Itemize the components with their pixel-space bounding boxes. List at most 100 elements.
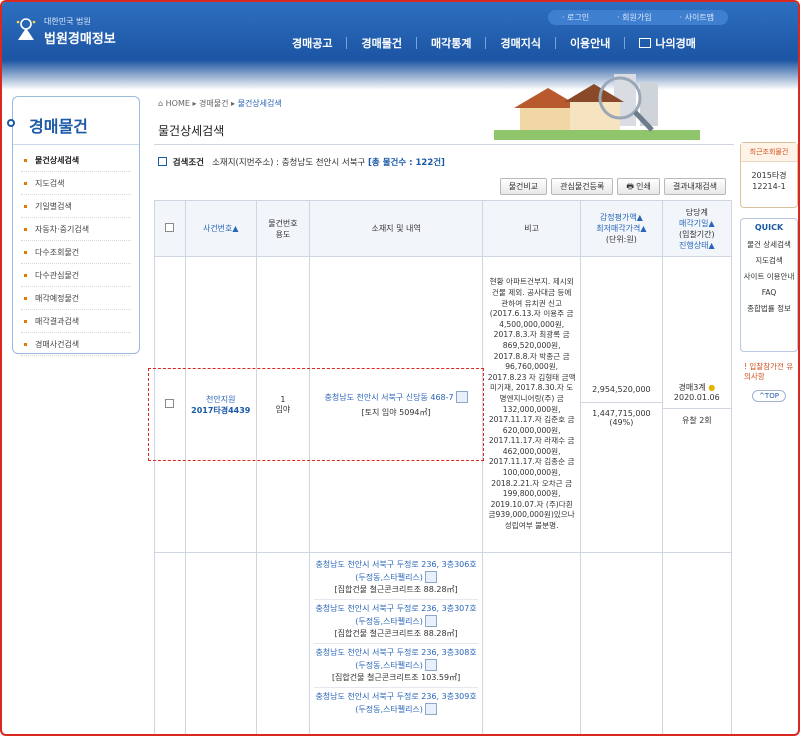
search-within-button[interactable]: 결과내재검색: [663, 178, 726, 195]
add-favorite-button[interactable]: 관심물건등록: [551, 178, 614, 195]
court-emblem-icon: [16, 18, 36, 40]
quick-item-map-search[interactable]: 지도검색: [741, 256, 797, 265]
logo-sub: 대한민국 법원: [44, 17, 91, 26]
price-header[interactable]: 감정평가액▲ 최저매각가격▲ (단위:원): [580, 200, 663, 257]
quick-title: QUICK: [754, 223, 784, 232]
nav-my-label: 나의경매: [655, 37, 696, 50]
address-link[interactable]: 충청남도 천안시 서북구 두정로 236, 3층306호 (두정동,스타펠리스): [315, 560, 476, 582]
nav-items[interactable]: 경매물건: [361, 35, 401, 51]
nav-stats[interactable]: 매각통계: [431, 35, 471, 51]
utility-links: 로그인 회원가입 사이트맵: [548, 10, 728, 25]
notice-link[interactable]: ! 입찰참가전 유의사항: [740, 362, 798, 382]
map-icon[interactable]: [424, 615, 437, 627]
sidebar-item-scheduled[interactable]: 매각예정물건: [21, 287, 131, 310]
breadcrumb: ⌂ HOME ▸ 경매물건 ▸ 물건상세검색: [158, 98, 282, 109]
top-button[interactable]: ^TOP: [752, 390, 786, 402]
breadcrumb-mid[interactable]: 경매물건: [199, 99, 228, 108]
sidebar-item-detail-search[interactable]: 물건상세검색: [21, 149, 131, 172]
nav-separator: [415, 37, 417, 49]
address-link[interactable]: 충청남도 천안시 서북구 두정로 236, 3층307호 (두정동,스타펠리스): [315, 604, 476, 626]
dept-label[interactable]: 경매3계 ●: [663, 378, 731, 393]
case-no-header[interactable]: 사건번호▲: [184, 200, 257, 257]
page-title: 물건상세검색: [158, 124, 225, 138]
sidebar-item-most-viewed[interactable]: 다수조회물건: [21, 241, 131, 264]
nav-guide[interactable]: 이용안내: [570, 35, 610, 51]
sidebar-item-vehicle-search[interactable]: 자동차·중기검색: [21, 218, 131, 241]
location-cell: 충청남도 천안시 서북구 신당동 468-7 [토지 임야 5094㎡]: [308, 256, 484, 553]
address-detail: [토지 임야 5094㎡]: [361, 408, 431, 417]
quick-item-detail-search[interactable]: 물건 상세검색: [741, 240, 797, 249]
book-icon: [639, 38, 652, 48]
select-all-header: [154, 200, 186, 257]
arrow-box-icon: [158, 157, 167, 166]
address-link[interactable]: 충청남도 천안시 서북구 두정로 236, 3층309호 (두정동,스타펠리스): [315, 692, 476, 714]
price-cell: [580, 552, 663, 734]
min-price-percent: (49%): [609, 417, 634, 427]
sidebar-item-map-search[interactable]: 지도검색: [21, 172, 131, 195]
nav-my-auction[interactable]: 나의경매: [639, 35, 696, 51]
map-icon[interactable]: [455, 391, 468, 403]
nav-separator: [554, 37, 556, 49]
map-icon[interactable]: [424, 659, 437, 671]
recent-title: 최근조회물건: [741, 143, 797, 162]
select-all-checkbox[interactable]: [165, 223, 175, 232]
item-cell: [255, 552, 310, 734]
list-item: 충청남도 천안시 서북구 두정로 236, 3층308호 (두정동,스타펠리스)…: [313, 644, 479, 688]
result-count: [총 물건수 : 122건]: [368, 158, 445, 168]
print-button[interactable]: 🖶 인쇄: [617, 178, 660, 195]
list-item: 충청남도 천안시 서북구 두정로 236, 3층306호 (두정동,스타펠리스)…: [313, 559, 479, 600]
phone-icon: ●: [708, 382, 716, 392]
right-quickbar: 최근조회물건 2015타경 12214-1 QUICK 물건 상세검색 지도검색…: [740, 142, 798, 402]
status-text: 유찰 2회: [681, 415, 712, 425]
address-link[interactable]: 충청남도 천안시 서북구 두정로 236, 3층308호 (두정동,스타펠리스): [315, 648, 476, 670]
sidebar-bullet-icon: [7, 119, 15, 127]
item-cell: 1 임야: [255, 256, 310, 553]
remark-cell: [482, 552, 582, 734]
nav-separator: [346, 37, 348, 49]
nav-notice[interactable]: 경매공고: [292, 35, 332, 51]
location-cell: 충청남도 천안시 서북구 두정로 236, 3층306호 (두정동,스타펠리스)…: [308, 552, 484, 734]
quick-item-law-info[interactable]: 종합법률 정보: [741, 304, 797, 313]
join-link[interactable]: 회원가입: [617, 12, 651, 23]
breadcrumb-home[interactable]: HOME: [166, 99, 190, 108]
sidebar-item-results[interactable]: 매각결과검색: [21, 310, 131, 333]
price-cell: 2,954,520,000 1,447,715,000 (49%): [580, 256, 663, 553]
compare-button[interactable]: 물건비교: [499, 178, 548, 195]
quick-item-faq[interactable]: FAQ: [741, 288, 797, 297]
sitemap-link[interactable]: 사이트맵: [680, 12, 714, 23]
login-link[interactable]: 로그인: [562, 12, 589, 23]
date-cell: [661, 552, 733, 734]
home-icon: ⌂: [158, 99, 164, 108]
appraisal-value: 2,954,520,000: [581, 377, 662, 403]
table-row: 충청남도 천안시 서북구 두정로 236, 3층306호 (두정동,스타펠리스)…: [154, 552, 733, 734]
date-header[interactable]: 담당계 매각기일▲ (입찰기간) 진행상태▲: [661, 200, 733, 257]
case-cell: [184, 552, 257, 734]
recent-item[interactable]: 2015타경 12214-1: [741, 162, 797, 192]
table-row: 천안지원 2017타경4439 1 임야 충청남도 천안시 서북구 신당동 468-…: [154, 256, 733, 553]
row-select-cell: [154, 256, 186, 553]
sidebar-item-date-search[interactable]: 기일별검색: [21, 195, 131, 218]
quick-item-site-guide[interactable]: 사이트 이용안내: [741, 272, 797, 281]
printer-icon: 🖶: [626, 182, 637, 191]
date-cell: 경매3계 ● 2020.01.06 유찰 2회: [661, 256, 733, 553]
quick-menu: QUICK 물건 상세검색 지도검색 사이트 이용안내 FAQ 종합법률 정보: [740, 218, 798, 352]
title-divider: [154, 144, 734, 145]
main-nav: 경매공고 경매물건 매각통계 경매지식 이용안내 나의경매: [292, 35, 696, 51]
row-select-cell: [154, 552, 186, 734]
map-icon[interactable]: [424, 703, 437, 715]
map-icon[interactable]: [424, 571, 437, 583]
nav-knowledge[interactable]: 경매지식: [500, 35, 540, 51]
action-buttons: 물건비교 관심물건등록 🖶 인쇄 결과내재검색: [499, 178, 726, 195]
sidebar-title: 경매물건: [7, 97, 139, 145]
sidebar: 경매물건 물건상세검색 지도검색 기일별검색 자동차·중기검색 다수조회물건 다…: [7, 96, 140, 356]
nav-separator: [485, 37, 487, 49]
sidebar-item-most-favorited[interactable]: 다수관심물건: [21, 264, 131, 287]
logo-main: 법원경매정보: [44, 32, 116, 47]
address-link[interactable]: 충청남도 천안시 서북구 신당동 468-7: [325, 393, 454, 402]
row-checkbox[interactable]: [165, 399, 175, 408]
house-magnifier-illustration: [494, 74, 700, 140]
recent-items-box: 최근조회물건 2015타경 12214-1: [740, 142, 798, 208]
sidebar-item-case-search[interactable]: 경매사건검색: [21, 333, 131, 356]
case-cell[interactable]: 천안지원 2017타경4439: [184, 256, 257, 553]
location-header: 소재지 및 내역: [308, 200, 484, 257]
